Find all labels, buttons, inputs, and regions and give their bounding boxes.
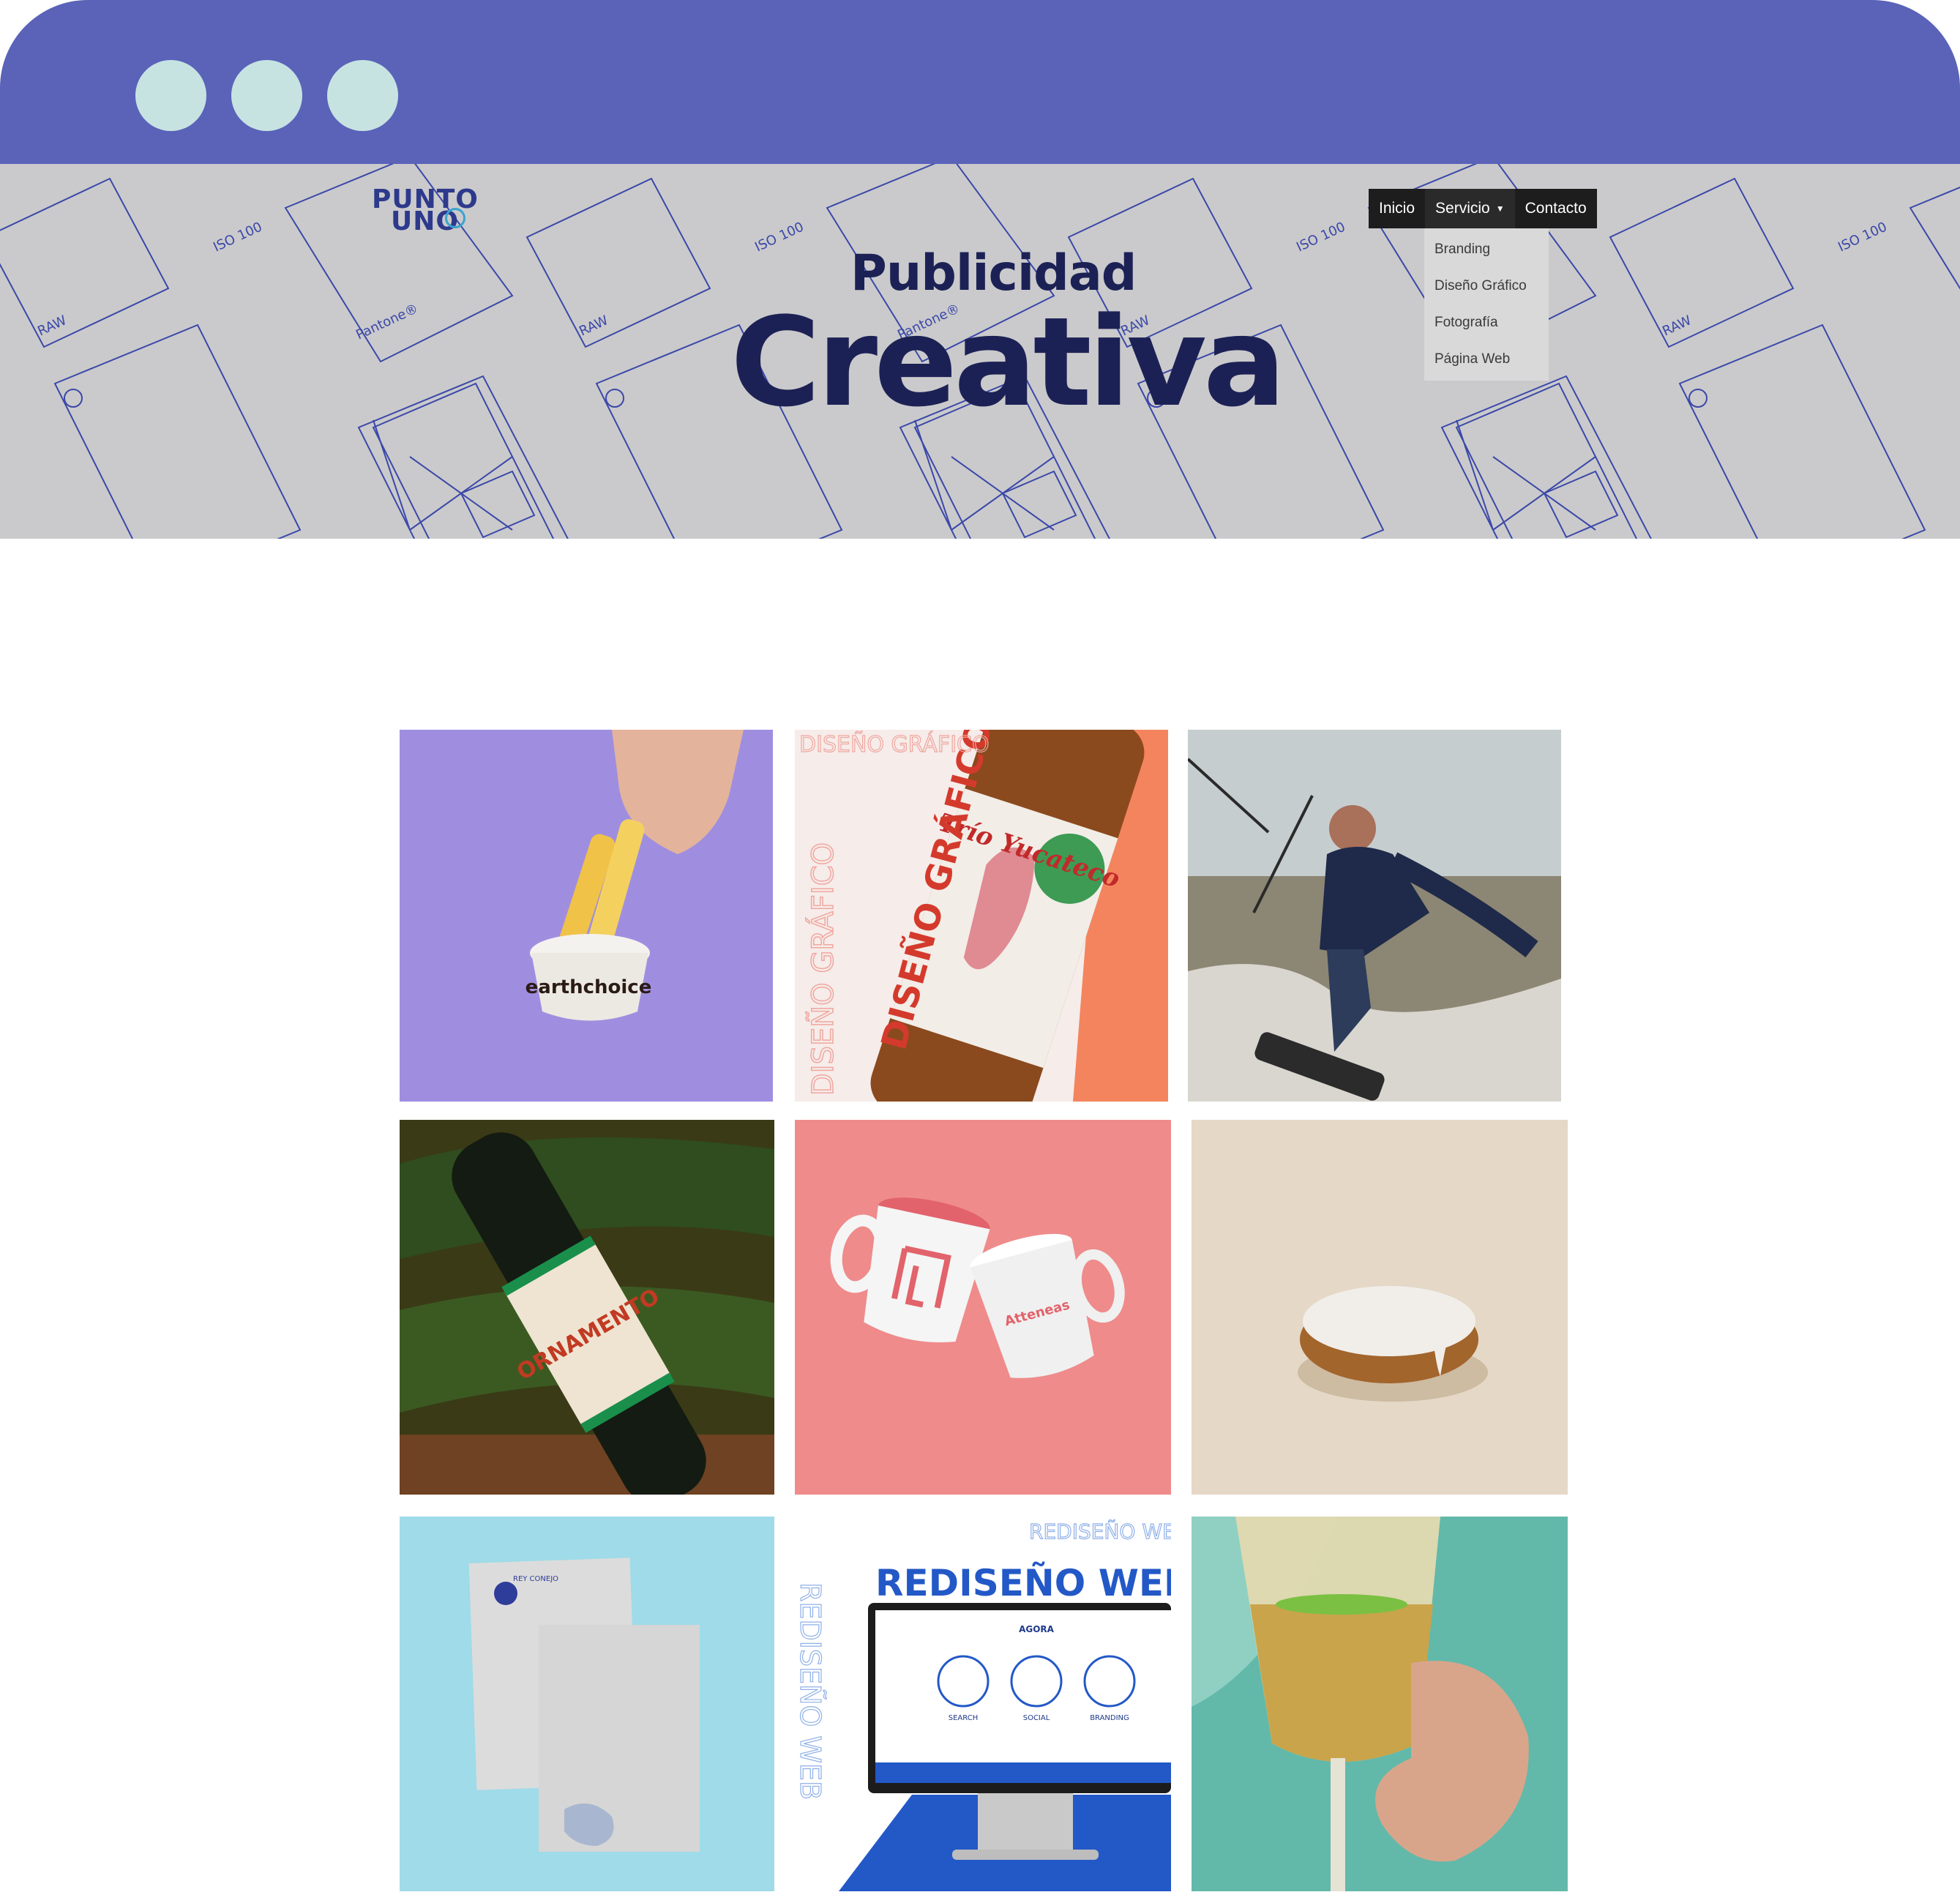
champagne-photo (1192, 1517, 1568, 1891)
logo-ring-icon (445, 208, 465, 228)
chevron-down-icon: ▼ (1495, 203, 1505, 214)
pattern-label-raw: RAW (1660, 313, 1694, 339)
diseno-grafico-top-label: DISEÑO GRÁFICO (799, 731, 990, 758)
earthchoice-brand-text: earthchoice (525, 976, 652, 998)
gallery-tile-champagne[interactable] (1192, 1517, 1568, 1891)
ornamento-photo: ORNAMENTO (400, 1120, 774, 1495)
section-search-label: SEARCH (949, 1714, 978, 1722)
hero-title-large: Creativa (730, 291, 1286, 434)
rediseno-web-title: REDISEÑO WEB (875, 1561, 1171, 1604)
fries-photo: earthchoice (400, 730, 773, 1102)
window-dot-3[interactable] (327, 60, 398, 131)
gallery-tile-kitesurf[interactable] (1188, 730, 1561, 1102)
dropdown-item-branding[interactable]: Branding (1424, 231, 1549, 268)
dropdown-item-diseno-grafico[interactable]: Diseño Gráfico (1424, 268, 1549, 304)
diseno-grafico-outline-label: DISEÑO GRÁFICO (805, 842, 840, 1096)
gallery-tile-stationery[interactable]: REY CONEJO (400, 1517, 774, 1891)
dropdown-item-pagina-web[interactable]: Página Web (1424, 341, 1549, 378)
hero-banner: ISO 100 RAW Pantone® ISO 100 RAW Pantone… (0, 164, 1960, 539)
pattern-label-iso: ISO 100 (211, 219, 264, 255)
gallery-tile-ornamento[interactable]: ORNAMENTO (400, 1120, 774, 1495)
nav-item-contacto[interactable]: Contacto (1515, 189, 1597, 228)
nav-item-inicio[interactable]: Inicio (1369, 189, 1425, 228)
window-dot-2[interactable] (231, 60, 302, 131)
pattern-label-iso: ISO 100 (752, 219, 806, 255)
nav-item-servicio[interactable]: Servicio ▼ (1425, 189, 1515, 228)
gallery-tile-web-redesign[interactable]: AGORA SEARCH SOCIAL BRANDING REDISEÑO WE… (795, 1517, 1171, 1891)
dropdown-item-fotografia[interactable]: Fotografía (1424, 304, 1549, 341)
site-logo[interactable]: PUNTO UNO (372, 187, 479, 235)
main-nav: Inicio Servicio ▼ Contacto (1369, 189, 1597, 228)
agora-site-name: AGORA (1019, 1624, 1055, 1634)
pattern-label-iso: ISO 100 (1294, 219, 1347, 255)
beer-label-art: Trío Yucateco DISEÑO GRÁFICO DISEÑO GRÁF… (795, 730, 1168, 1102)
nav-item-servicio-label: Servicio (1435, 200, 1490, 217)
browser-title-bar (0, 0, 1960, 164)
kitesurf-photo (1188, 730, 1561, 1102)
mugs-photo: Atteneas (795, 1120, 1171, 1495)
stationery-photo: REY CONEJO (400, 1517, 774, 1891)
pattern-label-iso: ISO 100 (1836, 219, 1889, 255)
pattern-label-raw: RAW (577, 313, 610, 339)
pattern-label-pantone: Pantone® (354, 301, 420, 343)
pattern-label-raw: RAW (35, 313, 69, 339)
window-dot-1[interactable] (135, 60, 206, 131)
web-redesign-art: AGORA SEARCH SOCIAL BRANDING REDISEÑO WE… (795, 1517, 1171, 1891)
gallery-tile-fries[interactable]: earthchoice (400, 730, 773, 1102)
rey-conejo-brand-text: REY CONEJO (513, 1575, 558, 1583)
servicio-dropdown: Branding Diseño Gráfico Fotografía Págin… (1424, 228, 1549, 381)
pastry-photo (1192, 1120, 1568, 1495)
section-branding-label: BRANDING (1090, 1714, 1129, 1722)
gallery-tile-mugs[interactable]: Atteneas (795, 1120, 1171, 1495)
rediseno-web-top-label: REDISEÑO WEB (1029, 1519, 1171, 1544)
rediseno-web-vertical-label: REDISEÑO WEB (795, 1582, 826, 1800)
section-social-label: SOCIAL (1023, 1714, 1050, 1722)
gallery-tile-beer-label[interactable]: Trío Yucateco DISEÑO GRÁFICO DISEÑO GRÁF… (795, 730, 1168, 1102)
gallery-tile-pastry[interactable] (1192, 1120, 1568, 1495)
